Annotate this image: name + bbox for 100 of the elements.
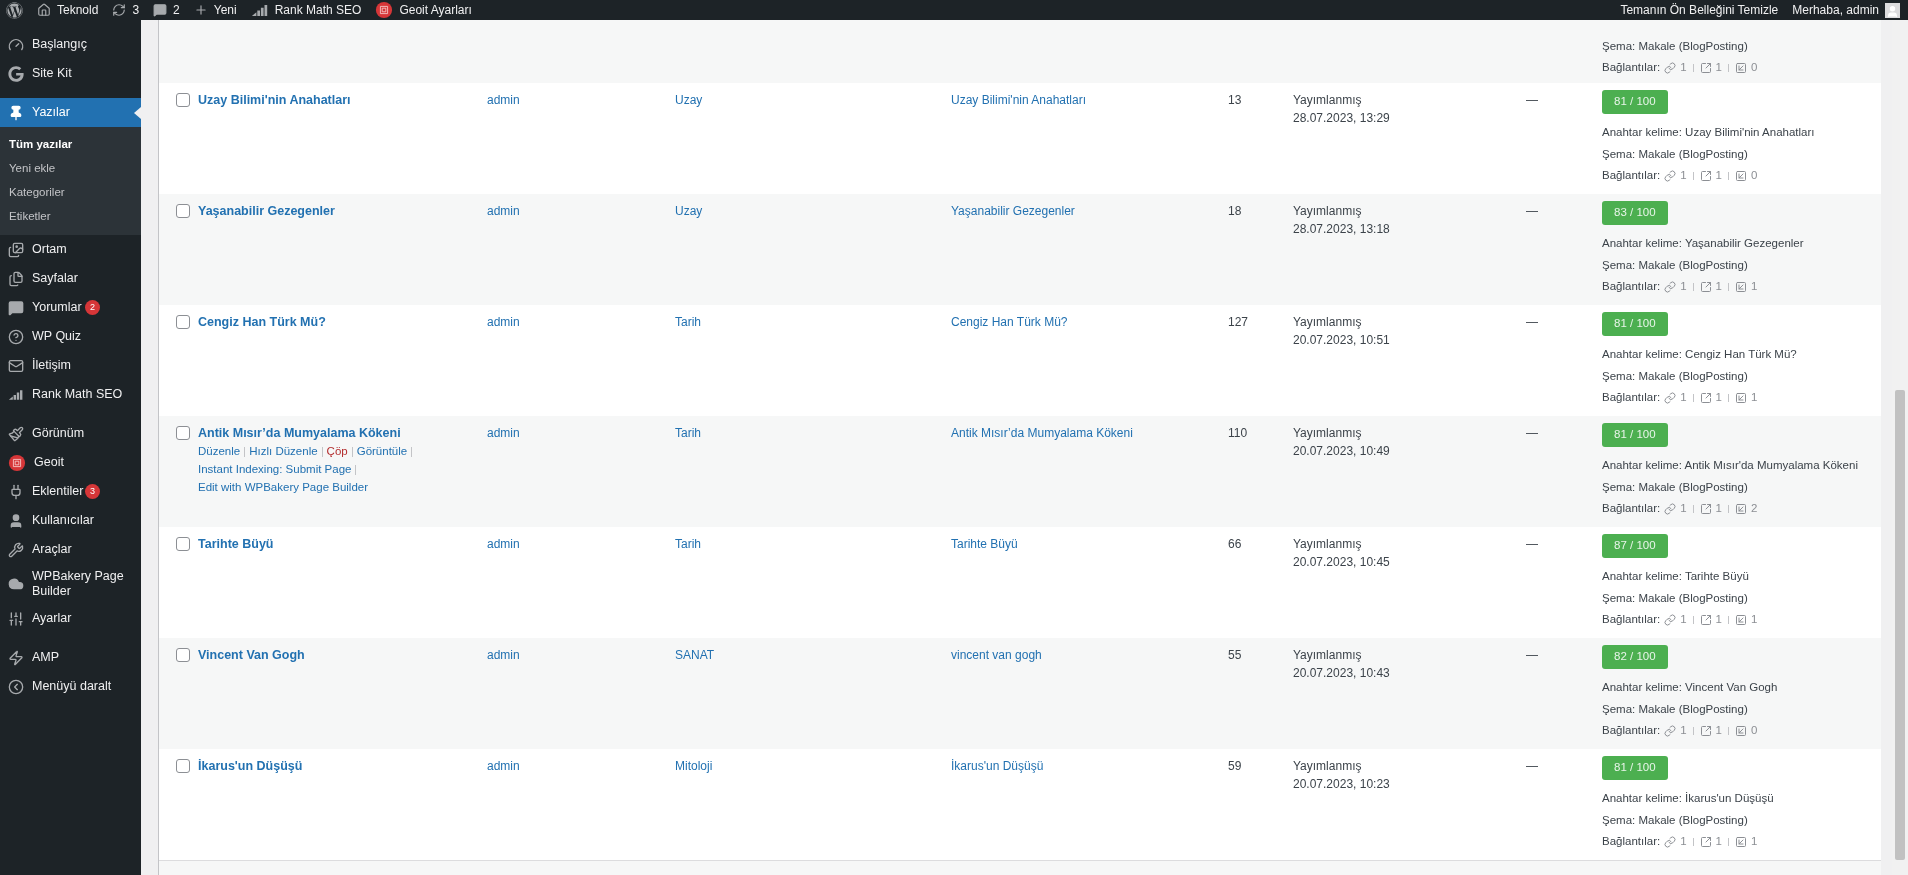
- sidebar-menu-item[interactable]: Kullanıcılar: [0, 506, 141, 535]
- post-title-link[interactable]: Uzay Bilimi'nin Anahatları: [198, 91, 474, 109]
- category-link[interactable]: SANAT: [675, 648, 715, 662]
- submenu-item[interactable]: Yeni ekle: [0, 157, 141, 181]
- focus-keyword-text: Anahtar kelime: Tarihte Büyü: [1602, 569, 1749, 584]
- category-link[interactable]: Tarih: [675, 315, 701, 329]
- link-icon: [1664, 725, 1677, 737]
- schema-text: Şema: Makale (BlogPosting): [1602, 813, 1748, 828]
- row-checkbox[interactable]: [176, 537, 190, 551]
- schema-text: Şema: Makale (BlogPosting): [1602, 369, 1748, 384]
- row-checkbox[interactable]: [176, 426, 190, 440]
- post-title-link[interactable]: Yaşanabilir Gezegenler: [198, 202, 474, 220]
- incoming-link-count: 1: [1751, 612, 1758, 628]
- row-checkbox[interactable]: [176, 93, 190, 107]
- admin-bar-link[interactable]: 3: [132, 1, 140, 19]
- incoming-link-count: 1: [1751, 390, 1758, 406]
- sidebar-menu-item[interactable]: Yorumlar 2: [0, 293, 141, 322]
- author-link[interactable]: admin: [487, 426, 520, 440]
- sidebar-menu-item[interactable]: Görünüm: [0, 419, 141, 448]
- author-link[interactable]: admin: [487, 537, 520, 551]
- admin-bar-link[interactable]: 2: [173, 1, 180, 19]
- keyword-link[interactable]: Uzay Bilimi'nin Anahatları: [951, 93, 1087, 107]
- admin-bar-link[interactable]: Yeni: [213, 1, 237, 19]
- category-link[interactable]: Uzay: [675, 204, 703, 218]
- post-title-link[interactable]: Tarihte Büyü: [198, 535, 474, 553]
- post-title-link[interactable]: İkarus'un Düşüşü: [198, 757, 474, 775]
- incoming-link-icon: [1735, 614, 1747, 626]
- keyword-link[interactable]: Yaşanabilir Gezegenler: [951, 204, 1075, 218]
- sidebar-menu-item[interactable]: Geoit: [0, 448, 141, 477]
- row-checkbox[interactable]: [176, 204, 190, 218]
- author-link[interactable]: admin: [487, 204, 520, 218]
- author-link[interactable]: admin: [487, 315, 520, 329]
- row-checkbox[interactable]: [176, 648, 190, 662]
- category-link[interactable]: Tarih: [675, 426, 701, 440]
- sidebar-menu-item[interactable]: Ortam: [0, 235, 141, 264]
- external-link-icon: [1699, 62, 1712, 74]
- link-icon: [1664, 170, 1677, 182]
- submenu-item[interactable]: Kategoriler: [0, 181, 141, 205]
- sidebar-menu-item[interactable]: Eklentiler 3: [0, 477, 141, 506]
- sidebar-menu-item[interactable]: Başlangıç: [0, 30, 141, 59]
- seo-score-badge: 87 / 100: [1602, 534, 1668, 558]
- post-title-link[interactable]: Cengiz Han Türk Mü?: [198, 313, 474, 331]
- admin-bar-link[interactable]: Rank Math SEO: [274, 1, 362, 19]
- post-title-link[interactable]: Vincent Van Gogh: [198, 646, 474, 664]
- date-text: 28.07.2023, 13:29: [1293, 110, 1390, 127]
- wordpress-logo-icon[interactable]: [6, 1, 23, 19]
- external-link-count: 1: [1715, 612, 1722, 628]
- author-link[interactable]: admin: [487, 759, 520, 773]
- row-action-link[interactable]: Hızlı Düzenle: [249, 445, 318, 457]
- row-checkbox[interactable]: [176, 315, 190, 329]
- keyword-link[interactable]: Cengiz Han Türk Mü?: [951, 315, 1068, 329]
- author-link[interactable]: admin: [487, 648, 520, 662]
- status-text: Yayımlanmış: [1293, 203, 1362, 220]
- sidebar-menu-item[interactable]: Yazılar: [0, 98, 141, 127]
- count-badge: 3: [85, 484, 100, 499]
- row-action-link[interactable]: Çöp: [326, 445, 348, 457]
- schema-text: Şema: Makale (BlogPosting): [1602, 480, 1748, 495]
- sidebar-menu-item[interactable]: Sayfalar: [0, 264, 141, 293]
- keyword-link[interactable]: Antik Mısır’da Mumyalama Kökeni: [951, 426, 1133, 440]
- empty-dash: —: [1526, 426, 1538, 440]
- current-menu-arrow-icon: [134, 107, 141, 119]
- sidebar-menu-item[interactable]: Site Kit: [0, 59, 141, 88]
- sidebar-menu-item[interactable]: AMP: [0, 643, 141, 672]
- count-text: 13: [1228, 93, 1242, 107]
- admin-bar-link[interactable]: Merhaba, admin: [1792, 1, 1879, 19]
- post-title-link[interactable]: Antik Mısır’da Mumyalama Kökeni: [198, 424, 474, 442]
- keyword-link[interactable]: Tarihte Büyü: [951, 537, 1018, 551]
- row-action-link[interactable]: Edit with WPBakery Page Builder: [198, 481, 369, 493]
- count-badge: 2: [85, 300, 100, 315]
- category-link[interactable]: Tarih: [675, 537, 701, 551]
- external-link-count: 1: [1715, 279, 1722, 295]
- row-checkbox[interactable]: [176, 759, 190, 773]
- category-link[interactable]: Uzay: [675, 93, 703, 107]
- sidebar-menu-item[interactable]: Menüyü daralt: [0, 672, 141, 701]
- category-link[interactable]: Mitoloji: [675, 759, 713, 773]
- links-label: Bağlantılar:: [1602, 612, 1661, 628]
- admin-bar-link[interactable]: Geoit Ayarları: [399, 1, 472, 19]
- status-text: Yayımlanmış: [1293, 92, 1362, 109]
- incoming-link-icon: [1735, 836, 1747, 848]
- admin-bar-link[interactable]: Temanın Ön Belleğini Temizle: [1620, 1, 1779, 19]
- count-text: 66: [1228, 537, 1242, 551]
- sidebar-menu-item[interactable]: Araçlar: [0, 535, 141, 564]
- sidebar-menu-item[interactable]: İletişim: [0, 351, 141, 380]
- link-icon: [1664, 836, 1677, 848]
- author-link[interactable]: admin: [487, 93, 520, 107]
- sidebar-menu-item[interactable]: WP Quiz: [0, 322, 141, 351]
- row-action-link[interactable]: Görüntüle: [356, 445, 408, 457]
- date-text: 20.07.2023, 10:49: [1293, 443, 1390, 460]
- seo-score-badge: 81 / 100: [1602, 756, 1668, 780]
- row-action-link[interactable]: Düzenle: [198, 445, 241, 457]
- sidebar-menu-item[interactable]: WPBakery Page Builder: [0, 564, 141, 604]
- sidebar-menu-item[interactable]: Rank Math SEO: [0, 380, 141, 409]
- schema-text: Şema: Makale (BlogPosting): [1602, 147, 1748, 162]
- keyword-link[interactable]: İkarus'un Düşüşü: [951, 759, 1044, 773]
- sidebar-menu-item[interactable]: Ayarlar: [0, 604, 141, 633]
- submenu-item[interactable]: Tüm yazılar: [0, 133, 141, 157]
- admin-bar-link[interactable]: Teknold: [57, 1, 99, 19]
- submenu-item[interactable]: Etiketler: [0, 205, 141, 229]
- row-action-link[interactable]: Instant Indexing: Submit Page: [198, 463, 352, 475]
- keyword-link[interactable]: vincent van gogh: [951, 648, 1042, 662]
